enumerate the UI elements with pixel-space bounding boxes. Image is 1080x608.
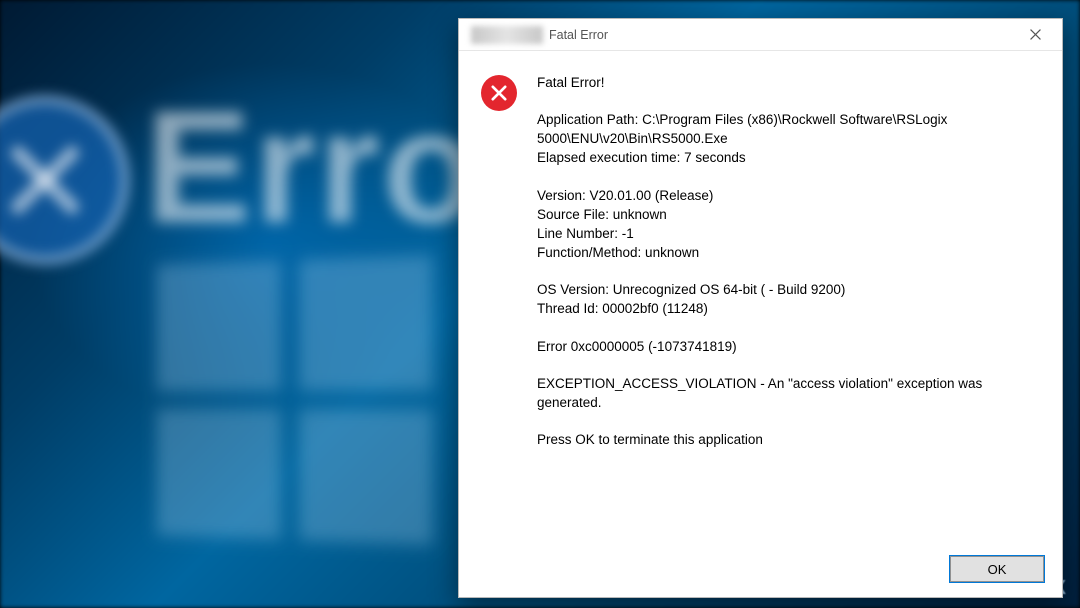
application-path: Application Path: C:\Program Files (x86)… <box>537 110 1038 148</box>
dialog-content: Fatal Error! Application Path: C:\Progra… <box>459 51 1062 541</box>
background-error-text: Erro <box>145 75 482 259</box>
os-version: OS Version: Unrecognized OS 64-bit ( - B… <box>537 280 1038 299</box>
app-icon-blurred <box>471 26 543 44</box>
source-file: Source File: unknown <box>537 205 1038 224</box>
error-icon <box>481 75 517 111</box>
version: Version: V20.01.00 (Release) <box>537 186 1038 205</box>
function-method: Function/Method: unknown <box>537 243 1038 262</box>
error-code: Error 0xc0000005 (-1073741819) <box>537 337 1038 356</box>
dialog-titlebar[interactable]: Fatal Error <box>459 19 1062 51</box>
exception-message: EXCEPTION_ACCESS_VIOLATION - An "access … <box>537 374 1038 412</box>
error-dialog: Fatal Error Fatal Error! Application Pat… <box>458 18 1063 598</box>
ok-button[interactable]: OK <box>950 556 1044 582</box>
background-windows-logo-icon <box>157 255 433 545</box>
dialog-message-body: Fatal Error! Application Path: C:\Progra… <box>537 73 1038 531</box>
dialog-title: Fatal Error <box>549 28 608 42</box>
thread-id: Thread Id: 00002bf0 (11248) <box>537 299 1038 318</box>
elapsed-time: Elapsed execution time: 7 seconds <box>537 148 1038 167</box>
close-button[interactable] <box>1012 20 1058 50</box>
dialog-button-row: OK <box>459 541 1062 597</box>
fatal-error-heading: Fatal Error! <box>537 73 1038 92</box>
line-number: Line Number: -1 <box>537 224 1038 243</box>
press-ok-instruction: Press OK to terminate this application <box>537 430 1038 449</box>
close-icon <box>1030 29 1041 40</box>
